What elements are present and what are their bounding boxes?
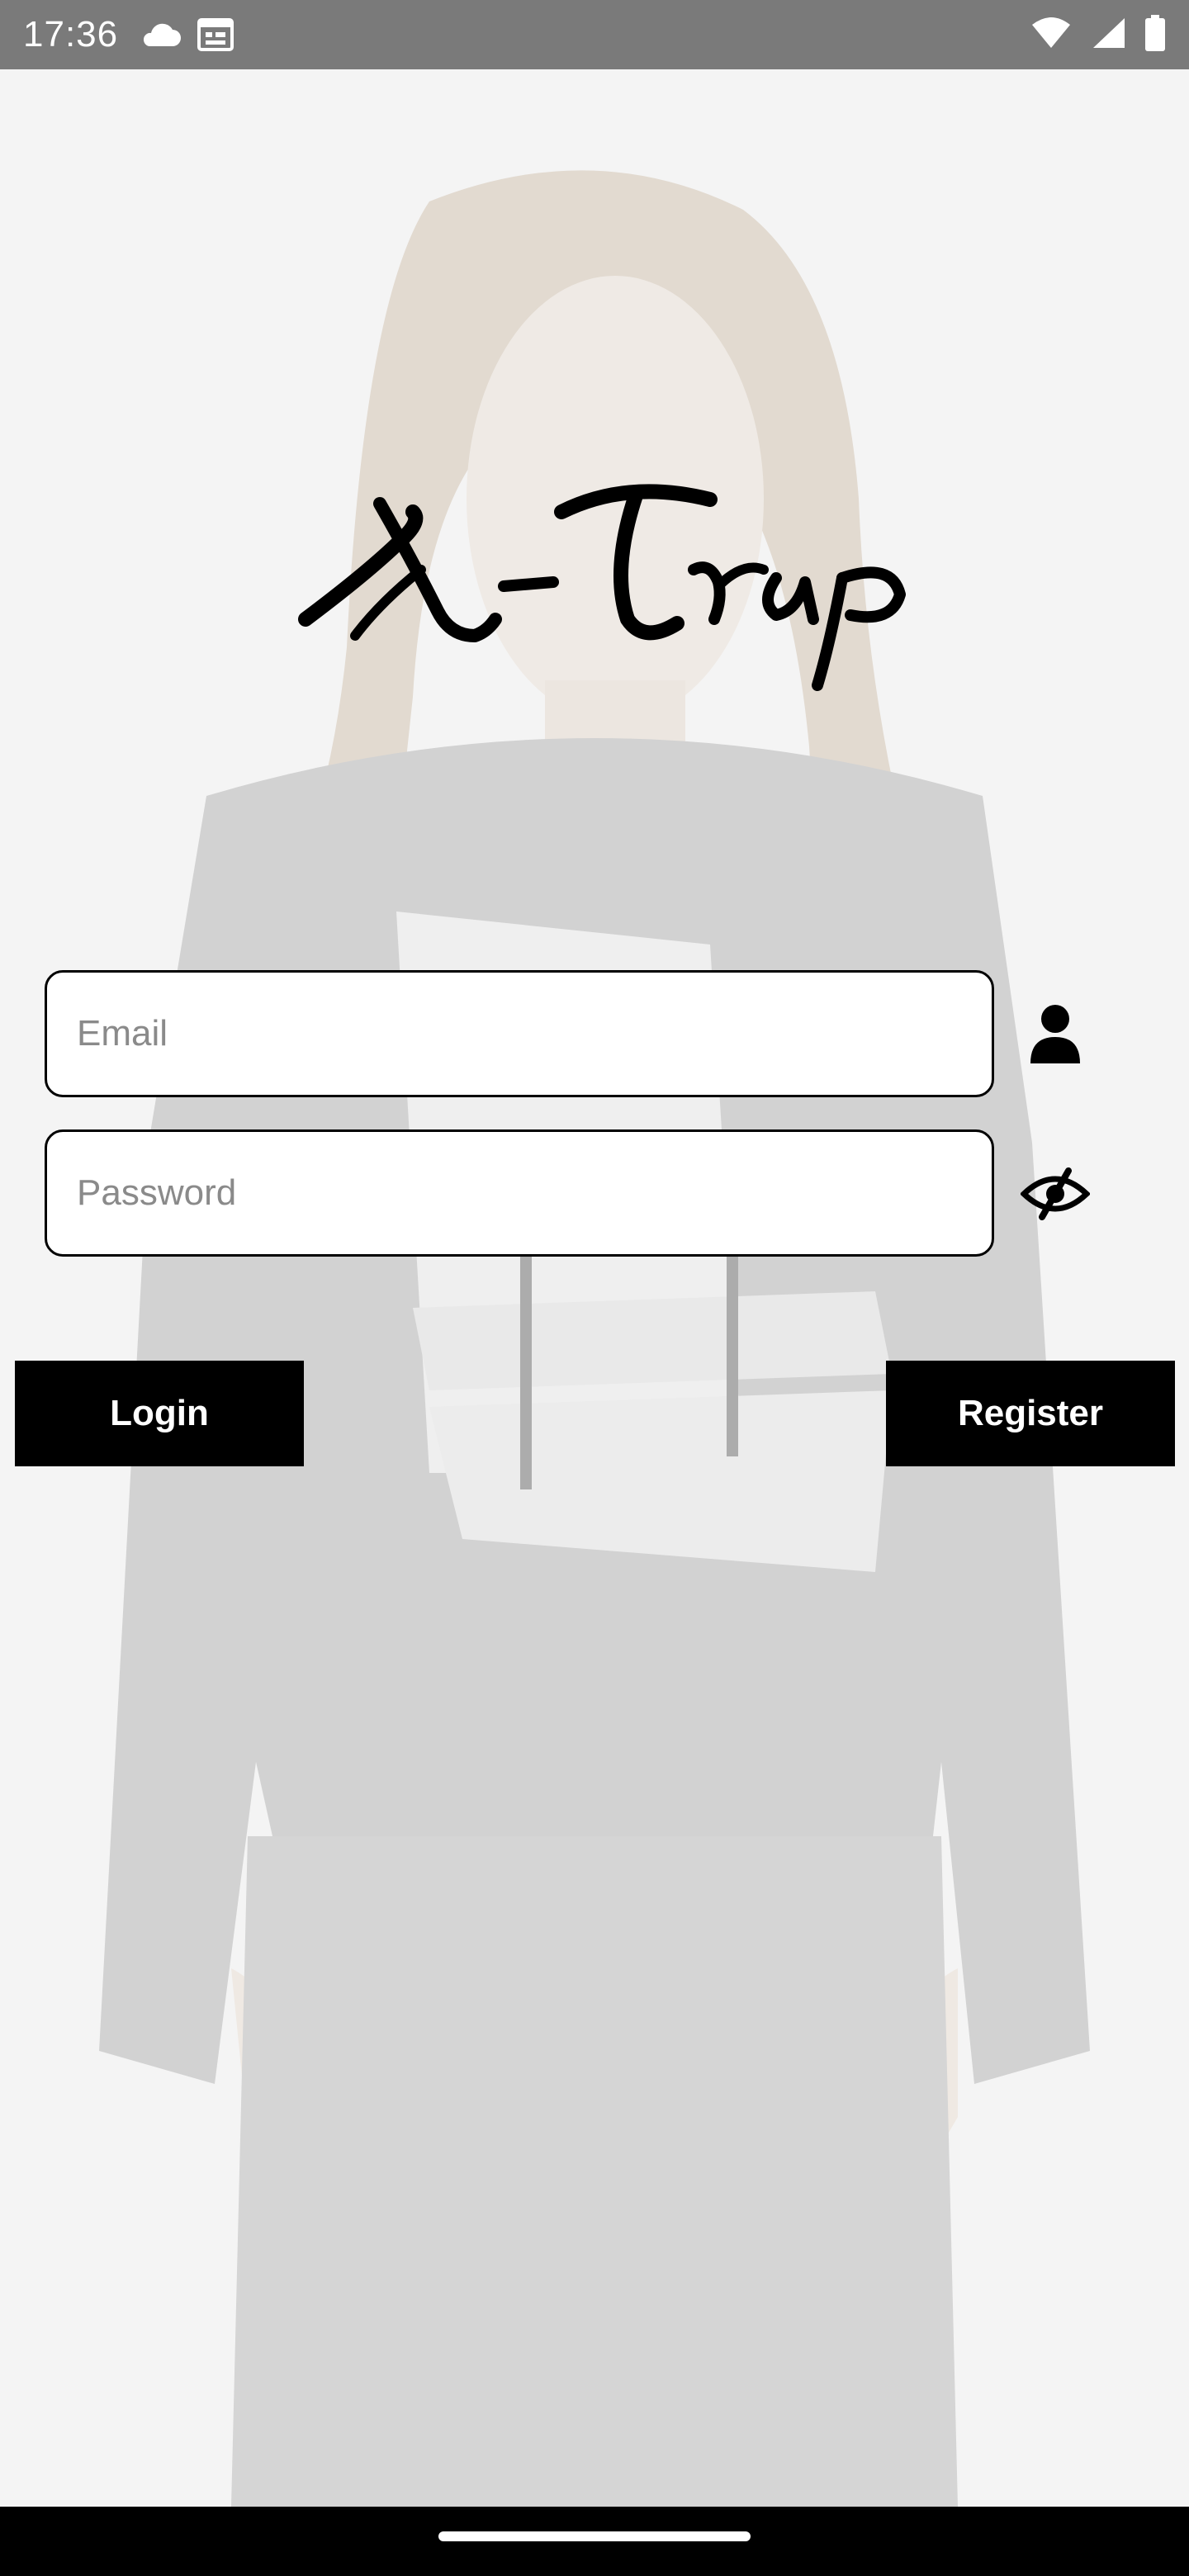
signal-icon bbox=[1090, 17, 1126, 54]
navigation-bar bbox=[0, 2507, 1189, 2576]
register-button[interactable]: Register bbox=[886, 1361, 1175, 1466]
brand-logo bbox=[281, 446, 925, 710]
password-input[interactable] bbox=[75, 1172, 964, 1215]
home-indicator[interactable] bbox=[438, 2531, 751, 2541]
cloud-icon bbox=[140, 21, 182, 48]
battery-icon bbox=[1144, 14, 1166, 55]
calendar-icon bbox=[197, 18, 234, 51]
user-icon bbox=[1022, 999, 1088, 1068]
background-photo bbox=[0, 69, 1189, 2507]
status-time: 17:36 bbox=[23, 14, 119, 54]
eye-slash-icon[interactable] bbox=[1017, 1163, 1093, 1225]
status-bar: 17:36 bbox=[0, 0, 1189, 69]
password-field[interactable] bbox=[45, 1129, 994, 1257]
email-input[interactable] bbox=[75, 1012, 964, 1055]
email-field[interactable] bbox=[45, 970, 994, 1097]
status-indicators bbox=[1030, 14, 1166, 55]
login-button[interactable]: Login bbox=[15, 1361, 304, 1466]
wifi-icon bbox=[1030, 17, 1072, 54]
